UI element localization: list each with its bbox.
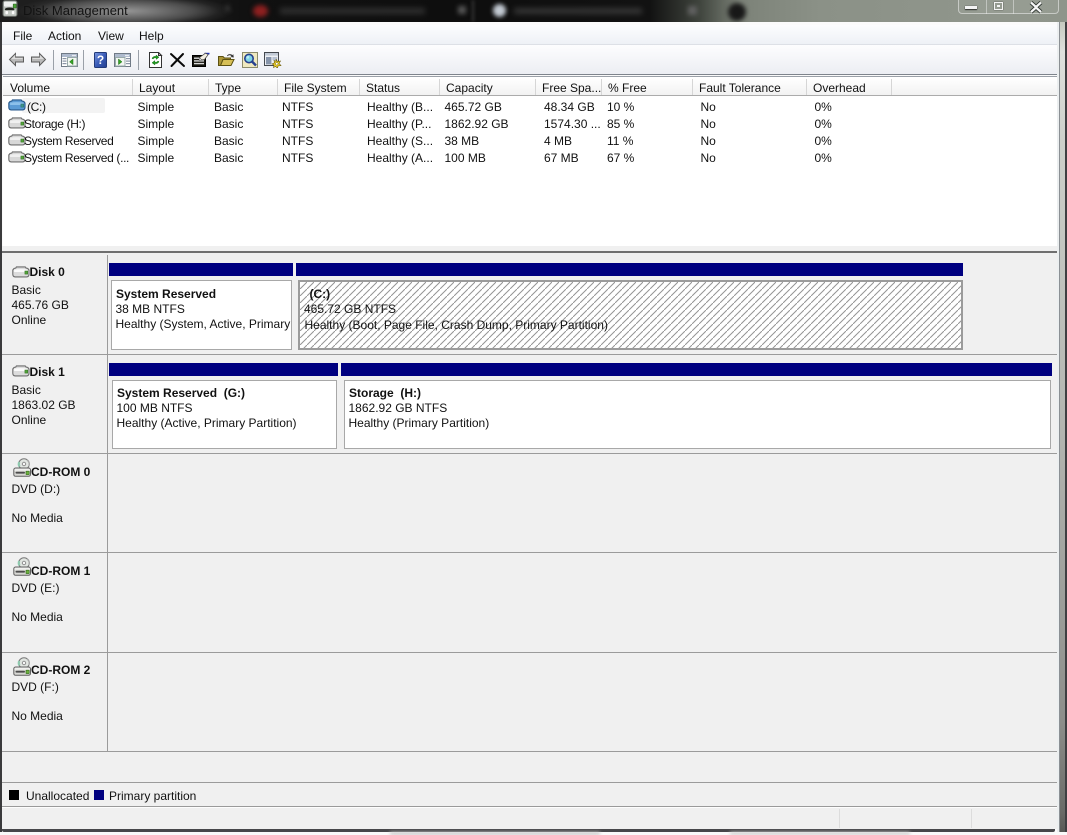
svg-text:?: ? xyxy=(97,53,104,67)
